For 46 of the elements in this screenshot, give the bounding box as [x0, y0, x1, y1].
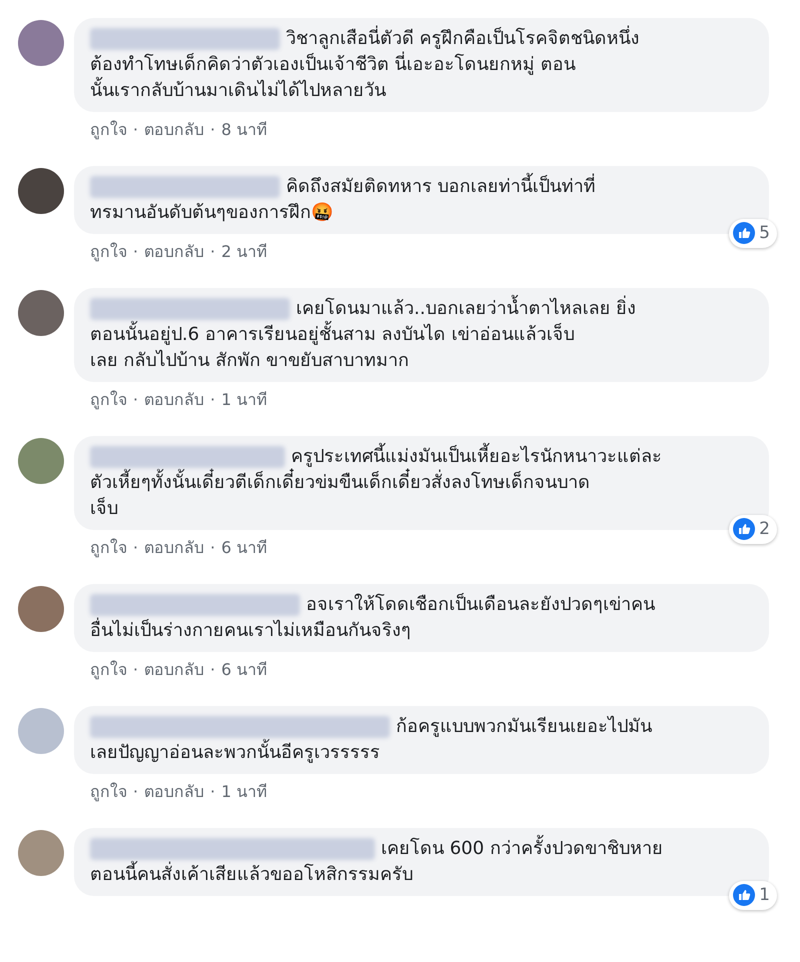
action-link[interactable]: ถูกใจ: [90, 658, 127, 682]
comment-time[interactable]: 6 นาที: [221, 536, 268, 560]
comment-text: เคยโดนมาแล้ว..บอกเลยว่าน้ำตาไหลเลย ยิ่ง ตอนนั้นอยู่ป.6 อาคารเรียนอยู่ชั้นสาม ลงบันได เข่าอ่อนแล้วเจ็บ เลย กลับไปบ้าน สักพัก ขาขยับสาบาทมาก: [90, 296, 753, 374]
separator-dot: ·: [210, 389, 216, 411]
separator-dot: ·: [210, 659, 216, 681]
comment-time[interactable]: 6 นาที: [221, 658, 268, 682]
reaction-count: 5: [759, 222, 771, 244]
separator-dot: ·: [210, 241, 216, 263]
action-link[interactable]: ถูกใจ: [90, 388, 127, 412]
action-link[interactable]: ตอบกลับ: [144, 388, 204, 412]
separator-dot: ·: [210, 119, 216, 141]
action-link[interactable]: ถูกใจ: [90, 118, 127, 142]
separator-dot: ·: [133, 241, 138, 263]
avatar[interactable]: [18, 290, 64, 336]
action-link[interactable]: ตอบกลับ: [144, 780, 204, 804]
comment-time[interactable]: 1 นาที: [221, 780, 268, 804]
avatar[interactable]: [18, 586, 64, 632]
comment-text: วิชาลูกเสือนี่ตัวดี ครูฝึกคือเป็นโรคจิตชนิดหนึ่ง ต้องทำโทษเด็กคิดว่าตัวเองเป็นเจ้าชีวิต นี่เอะอะโดนยกหมู่ ตอน นั้นเรากลับบ้านมาเดินไม่ได้ไปหลายวัน: [90, 26, 753, 104]
comment-time[interactable]: 2 นาที: [221, 240, 268, 264]
separator-dot: ·: [133, 389, 138, 411]
reaction-badge[interactable]: 1: [729, 880, 777, 910]
comment-time[interactable]: 8 นาที: [221, 118, 268, 142]
like-icon: [733, 222, 756, 244]
action-link[interactable]: ตอบกลับ: [144, 536, 204, 560]
action-link[interactable]: ตอบกลับ: [144, 658, 204, 682]
like-icon: [733, 884, 756, 906]
separator-dot: ·: [133, 781, 138, 803]
reaction-badge[interactable]: 2: [729, 514, 777, 544]
separator-dot: ·: [133, 659, 138, 681]
action-link[interactable]: ถูกใจ: [90, 240, 127, 264]
action-link[interactable]: ตอบกลับ: [144, 240, 204, 264]
separator-dot: ·: [133, 537, 138, 559]
action-link[interactable]: ถูกใจ: [90, 780, 127, 804]
separator-dot: ·: [133, 119, 138, 141]
action-link[interactable]: ตอบกลับ: [144, 118, 204, 142]
separator-dot: ·: [210, 537, 216, 559]
reaction-count: 2: [759, 518, 771, 540]
reaction-badge[interactable]: 5: [729, 218, 777, 248]
reaction-count: 1: [759, 884, 771, 906]
comment-text: อจเราให้โดดเชือกเป็นเดือนละยังปวดๆเข่าคน อื่นไม่เป็นร่างกายคนเราไม่เหมือนกันจริงๆ: [90, 592, 656, 643]
like-icon: [733, 518, 756, 540]
comment-time[interactable]: 1 นาที: [221, 388, 268, 412]
avatar[interactable]: [18, 168, 64, 214]
comment-text: ก้อครูแบบพวกมันเรียนเยอะไปมัน เลยปัญญาอ่อนละพวกนั้นอีครูเวรรรรร: [90, 714, 653, 765]
separator-dot: ·: [210, 781, 216, 803]
action-link[interactable]: ถูกใจ: [90, 536, 127, 560]
